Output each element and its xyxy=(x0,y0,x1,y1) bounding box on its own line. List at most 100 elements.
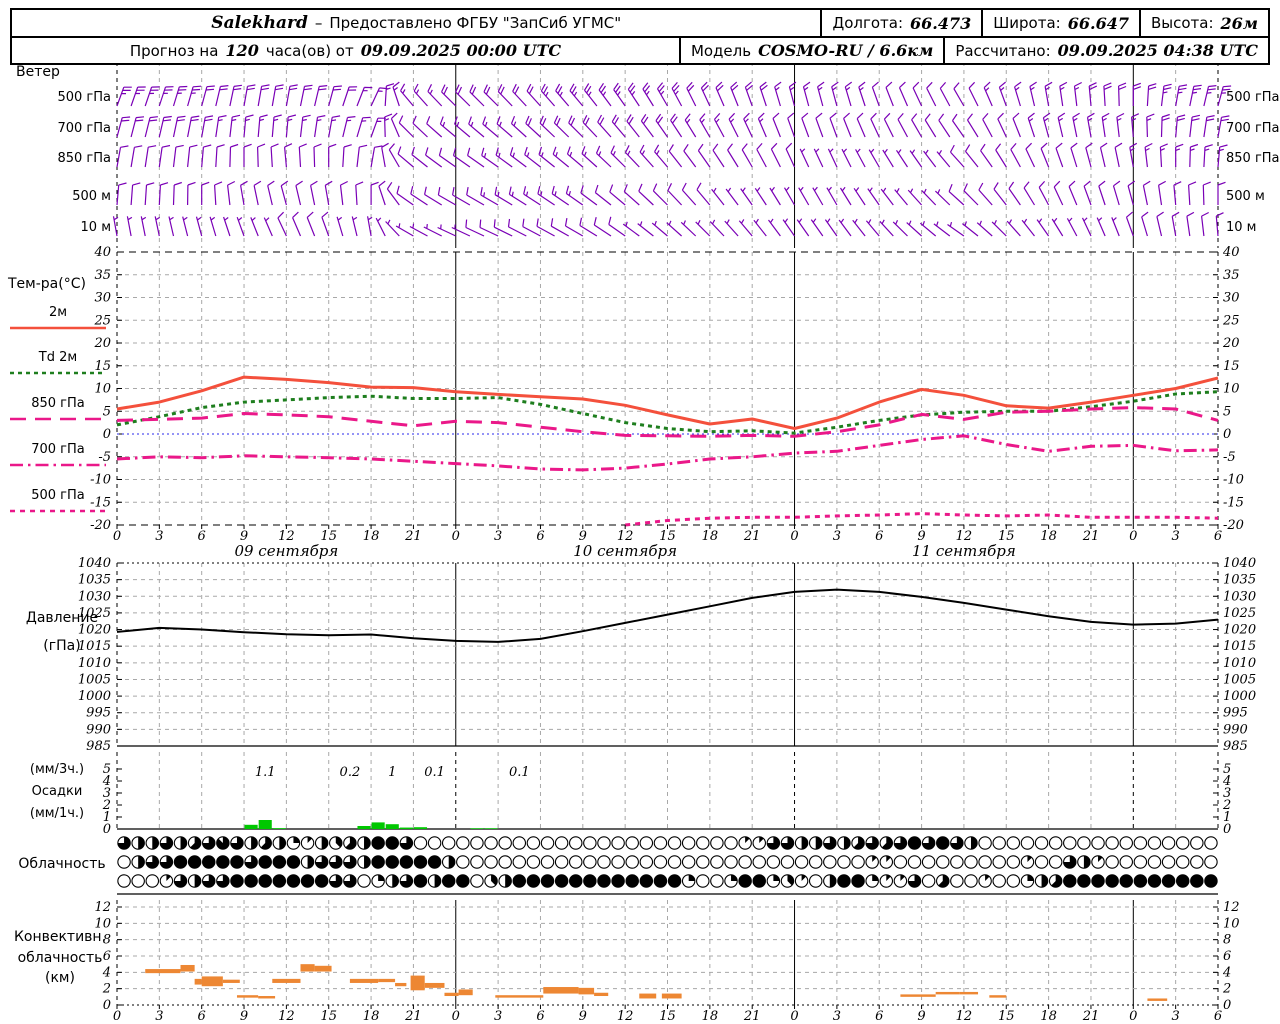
cloud-octa xyxy=(1105,855,1119,869)
wind-barb xyxy=(1029,81,1037,107)
precip-bar xyxy=(357,826,371,829)
cloud-octa xyxy=(992,855,1006,869)
wind-barb xyxy=(1131,113,1140,138)
wind-barb xyxy=(1146,83,1157,107)
wind-barb xyxy=(565,185,584,206)
cloud-octa-fill xyxy=(364,855,371,869)
wind-barb xyxy=(799,148,810,168)
pressure-tick-label-right: 995 xyxy=(1223,706,1248,721)
wind-barb xyxy=(667,183,683,206)
wind-barb xyxy=(1144,142,1153,168)
wind-barb xyxy=(1066,217,1078,237)
precip-unit-1h-label: (мм/1ч.) xyxy=(30,806,84,821)
wind-barb xyxy=(772,112,781,138)
wind-barb xyxy=(725,187,739,206)
cloud-octa xyxy=(1063,836,1077,850)
conv-title-line1: Конвективн. xyxy=(14,929,106,945)
wind-barb xyxy=(1086,112,1095,138)
cloud-octa xyxy=(1048,836,1063,850)
cloud-octa xyxy=(851,874,865,888)
wind-barb xyxy=(1014,81,1022,107)
cloud-octa-fill xyxy=(448,855,455,869)
wind-barb xyxy=(483,84,499,107)
wind-barb xyxy=(938,113,951,138)
wind-barb xyxy=(867,187,880,206)
hour-label: 3 xyxy=(1172,529,1180,544)
bottom-hour-label: 9 xyxy=(579,1009,587,1024)
wind-barb xyxy=(883,112,894,138)
pressure-tick-label-right: 1025 xyxy=(1223,606,1256,621)
cloud-octa xyxy=(667,836,682,850)
wind-barb xyxy=(642,82,654,107)
wind-barb xyxy=(711,187,725,206)
wind-barb xyxy=(1173,181,1182,206)
wind-barb xyxy=(116,86,132,107)
wind-barb xyxy=(1156,211,1164,237)
pressure-tick-label-right: 1020 xyxy=(1223,623,1256,638)
conv-title-line2: облачность xyxy=(18,950,103,966)
conv-cloud-bar xyxy=(543,987,579,994)
wind-barb xyxy=(496,116,513,138)
wind-barb xyxy=(939,82,951,107)
wind-barb xyxy=(1021,218,1035,237)
wind-barb xyxy=(813,148,824,168)
cloud-octa-fill xyxy=(194,874,201,888)
wind-barb xyxy=(116,145,129,168)
wind-barb xyxy=(285,84,298,107)
bottom-hour-label: 18 xyxy=(702,1009,719,1024)
cloud-octa xyxy=(950,855,964,869)
wind-barb xyxy=(509,147,527,168)
wind-barb xyxy=(270,143,279,168)
cloud-octa xyxy=(385,836,399,850)
cloud-octa xyxy=(978,855,992,869)
wind-barb xyxy=(423,224,442,237)
cloud-octa xyxy=(724,855,738,869)
wind-barb xyxy=(400,83,414,107)
cloud-octa xyxy=(823,855,837,869)
pressure-tick-label-left: 985 xyxy=(86,739,111,754)
wind-barb xyxy=(757,112,767,138)
wind-barb xyxy=(637,221,654,237)
cloud-octa xyxy=(681,855,696,869)
wind-barb xyxy=(375,217,386,237)
bottom-hour-label: 21 xyxy=(1082,1009,1100,1024)
wind-barb xyxy=(267,180,275,206)
cloud-octa xyxy=(371,836,385,850)
wind-barb xyxy=(882,148,894,168)
temp-tick-label-right: 20 xyxy=(1222,336,1240,351)
wind-barb xyxy=(654,144,668,168)
latitude-cell: Широта: 66.647 xyxy=(981,10,1139,36)
wind-barb xyxy=(144,86,160,107)
wind-barb xyxy=(982,113,993,138)
wind-barb xyxy=(1036,218,1050,237)
wind-barb xyxy=(1081,217,1092,237)
hour-label: 0 xyxy=(1129,529,1137,544)
cloud-octa xyxy=(611,874,625,888)
wind-barb xyxy=(1042,112,1051,138)
cloud-octa-fill xyxy=(1083,855,1091,869)
cloud-octa xyxy=(893,855,908,869)
wind-barb xyxy=(1072,112,1080,138)
wind-barb xyxy=(313,143,322,168)
wind-barb xyxy=(482,116,499,138)
wind-barb xyxy=(388,143,400,168)
wind-barb xyxy=(1116,112,1125,138)
wind-barb xyxy=(328,143,337,167)
wind-barb xyxy=(455,84,471,107)
model-label: Модель xyxy=(690,41,752,60)
wind-barb xyxy=(253,180,262,206)
conv-tick-label-left: 2 xyxy=(102,982,111,997)
cloud-octa xyxy=(216,855,230,869)
cloud-octa xyxy=(357,874,371,888)
wind-barb xyxy=(257,114,268,138)
cloud-octa xyxy=(498,855,512,869)
cloud-octa xyxy=(526,836,541,850)
cloud-octa xyxy=(597,855,611,869)
wind-barb xyxy=(342,144,352,168)
wind-barb xyxy=(552,146,570,168)
station-dash: – xyxy=(314,14,323,32)
wind-barb xyxy=(158,144,171,168)
wind-barb xyxy=(953,82,965,107)
bottom-hour-label: 3 xyxy=(1172,1009,1180,1024)
cloud-octa xyxy=(272,855,287,869)
